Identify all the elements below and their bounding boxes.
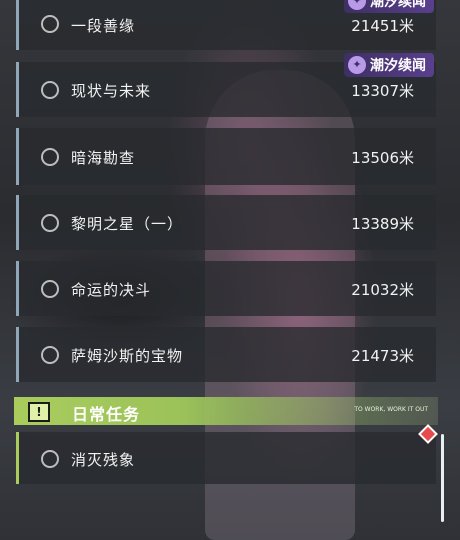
quest-status-circle-icon xyxy=(41,81,59,99)
quest-distance: 21451米 xyxy=(351,17,414,35)
quest-name: 命运的决斗 xyxy=(71,281,152,299)
quest-tag-label: 潮汐续闻 xyxy=(370,0,426,10)
tidal-tale-icon: ✦ xyxy=(348,0,366,10)
quest-status-circle-icon xyxy=(41,450,59,468)
quest-name: 一段善缘 xyxy=(71,17,136,35)
quest-status-circle-icon xyxy=(41,148,59,166)
daily-quest-item[interactable]: 消灭残象 xyxy=(16,432,436,484)
quest-status-circle-icon xyxy=(41,280,59,298)
section-tagline: TO WORK, WORK IT OUT xyxy=(354,406,428,413)
quest-tag-badge: ✦ 潮汐续闻 xyxy=(344,53,434,77)
scrollbar[interactable] xyxy=(441,434,444,522)
daily-quests-header: ! 日常任务 TO WORK, WORK IT OUT xyxy=(14,397,438,425)
tidal-tale-icon: ✦ xyxy=(348,56,366,74)
quest-distance: 13307米 xyxy=(351,82,414,100)
quest-name: 消灭残象 xyxy=(71,451,136,469)
quest-item[interactable]: 黎明之星（一） 13389米 xyxy=(16,195,436,250)
quest-distance: 21032米 xyxy=(351,281,414,299)
exclamation-icon: ! xyxy=(28,402,50,422)
quest-name: 暗海勘查 xyxy=(71,149,136,167)
quest-distance: 13389米 xyxy=(351,215,414,233)
quest-tag-label: 潮汐续闻 xyxy=(370,58,426,74)
quest-status-circle-icon xyxy=(41,15,59,33)
quest-name: 现状与未来 xyxy=(71,82,152,100)
quest-status-circle-icon xyxy=(41,346,59,364)
quest-item[interactable]: 命运的决斗 21032米 xyxy=(16,261,436,316)
quest-tag-badge: ✦ 潮汐续闻 xyxy=(344,0,434,13)
quest-status-circle-icon xyxy=(41,214,59,232)
quest-item[interactable]: 萨姆沙斯的宝物 21473米 xyxy=(16,327,436,382)
quest-name: 萨姆沙斯的宝物 xyxy=(71,347,184,365)
quest-distance: 21473米 xyxy=(351,347,414,365)
quest-distance: 13506米 xyxy=(351,149,414,167)
quest-name: 黎明之星（一） xyxy=(71,215,184,233)
section-title: 日常任务 xyxy=(72,405,141,424)
quest-item[interactable]: 暗海勘查 13506米 xyxy=(16,128,436,185)
